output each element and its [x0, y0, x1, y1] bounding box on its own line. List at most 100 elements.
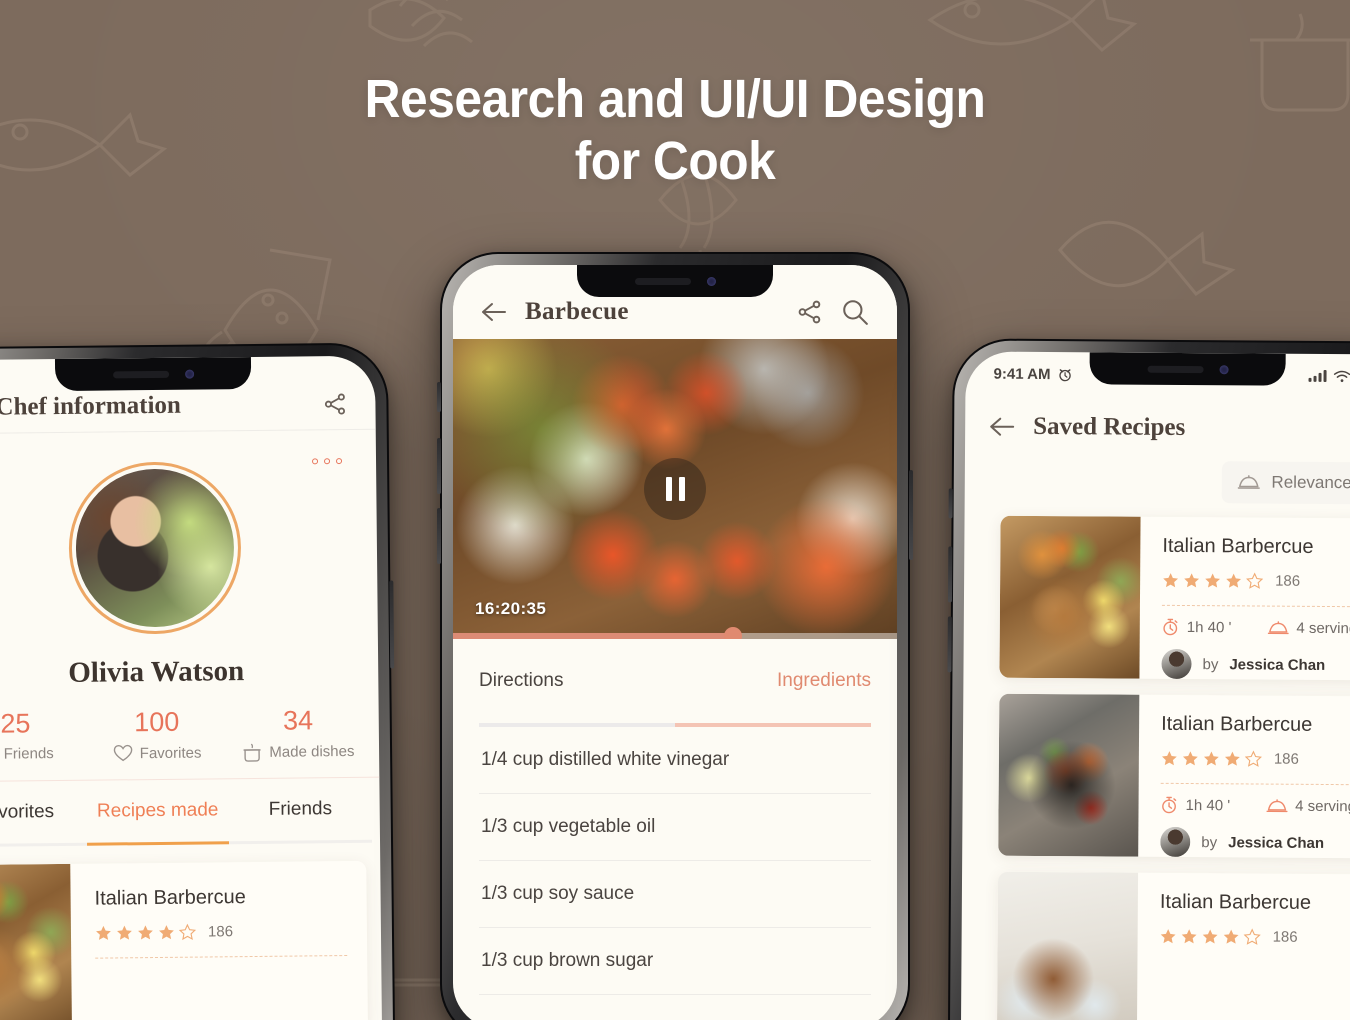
page-title: Research and UI/UI Design for Cook	[54, 68, 1296, 192]
page-title-line-1: Research and UI/UI Design	[364, 69, 986, 129]
recipe-thumbnail	[996, 871, 1139, 1020]
star-empty-icon	[178, 923, 197, 941]
status-bar: 9:41 AM	[965, 351, 1350, 390]
share-icon[interactable]	[323, 391, 347, 415]
list-item[interactable]: Italian Barbercue 186	[999, 515, 1350, 681]
chef-profile-block: Olivia Watson	[0, 430, 378, 692]
divider	[95, 955, 348, 959]
tab-friends[interactable]: Friends	[229, 798, 372, 821]
volume-up-button[interactable]	[947, 546, 953, 603]
page-title: Barbecue	[525, 298, 629, 325]
phone-center-recipe-detail: Barbecue 16:20:35 Directions Ingredients…	[437, 252, 913, 1020]
list-item[interactable]: Italian Barbercue 186	[0, 860, 369, 1020]
star-filled-icon	[159, 925, 174, 940]
stat-made-dishes[interactable]: 34 Made dishes	[227, 705, 369, 762]
review-count: 186	[1272, 928, 1298, 946]
page-title: Saved Recipes	[1033, 412, 1186, 441]
chef-name: Olivia Watson	[68, 655, 245, 689]
star-empty-icon	[1243, 928, 1261, 945]
arrow-left-icon[interactable]	[989, 417, 1015, 437]
phone-right-saved-recipes: 9:41 AM Saved Recipes Relevance Italian …	[947, 338, 1350, 1020]
right-app-header: Saved Recipes	[965, 387, 1350, 454]
star-filled-icon	[1205, 573, 1221, 588]
chef-stats: 25 Friends 100 Favorites 34 Made dishes	[0, 704, 380, 783]
earpiece-speaker-icon	[112, 370, 169, 378]
recipe-tab-indicator	[479, 723, 871, 727]
phone-left-chef-information: Chef information Olivia Watson 25 Friend…	[0, 342, 397, 1020]
volume-down-button[interactable]	[947, 616, 952, 673]
volume-up-button[interactable]	[437, 438, 441, 494]
power-button[interactable]	[909, 470, 913, 560]
heart-icon	[113, 744, 132, 762]
recipe-video-player[interactable]: 16:20:35	[453, 339, 897, 639]
recipe-thumbnail	[999, 515, 1141, 679]
cook-time-label: 1h 40 '	[1186, 618, 1232, 636]
progress-handle[interactable]	[723, 627, 742, 639]
stat-favorites[interactable]: 100 Favorites	[86, 706, 228, 763]
rating-stars: 186	[1161, 750, 1350, 769]
left-tabs: Favorites Recipes made Friends	[0, 778, 380, 845]
mute-switch[interactable]	[437, 382, 441, 412]
tab-recipes-made[interactable]: Recipes made	[86, 799, 229, 822]
search-icon[interactable]	[841, 298, 869, 326]
tab-favorites[interactable]: Favorites	[0, 801, 86, 824]
star-empty-icon	[1246, 572, 1264, 589]
author-prefix: by	[1201, 833, 1218, 851]
recipe-title: Italian Barbercue	[94, 886, 246, 910]
share-icon[interactable]	[797, 299, 823, 325]
divider	[1161, 604, 1350, 608]
device-notch	[577, 265, 773, 297]
avatar[interactable]	[68, 461, 242, 635]
recipe-thumbnail	[998, 693, 1140, 857]
star-filled-icon	[1184, 573, 1200, 588]
star-filled-icon	[1223, 929, 1239, 944]
tab-directions[interactable]: Directions	[479, 670, 675, 692]
progress-fill	[453, 633, 733, 639]
recipe-author[interactable]: by Jessica Chan	[1161, 648, 1350, 681]
star-filled-icon	[1163, 573, 1179, 588]
list-item[interactable]: 1/3 cup soy sauce	[479, 861, 871, 928]
servings-label: 4 servings	[1295, 797, 1350, 815]
author-prefix: by	[1202, 655, 1219, 673]
volume-down-button[interactable]	[437, 508, 441, 564]
timer-icon	[1162, 796, 1177, 814]
chef-avatar-photo	[75, 468, 235, 628]
stat-label: Favorites	[139, 744, 202, 762]
list-item[interactable]: 1/3 cup brown sugar	[479, 928, 871, 995]
recipe-tabs: Directions Ingredients	[453, 639, 897, 723]
more-dots-icon[interactable]	[312, 458, 343, 465]
arrow-left-icon[interactable]	[481, 302, 507, 322]
video-progress-bar[interactable]	[453, 627, 897, 639]
front-camera-icon	[706, 276, 716, 286]
servings-label: 4 servings	[1296, 619, 1350, 637]
cloche-icon	[1237, 475, 1260, 489]
sort-filter-chip[interactable]: Relevance	[1221, 461, 1350, 505]
star-filled-icon	[1226, 573, 1242, 588]
avatar	[1161, 648, 1192, 680]
star-filled-icon	[1224, 751, 1240, 766]
review-count: 186	[207, 923, 234, 941]
recipe-author[interactable]: by Jessica Chan	[1160, 826, 1350, 859]
cook-time-label: 1h 40 '	[1185, 796, 1231, 814]
star-filled-icon	[1202, 929, 1218, 944]
page-title-line-2: for Cook	[574, 131, 776, 191]
rating-stars: 186	[1162, 572, 1350, 591]
mute-switch[interactable]	[948, 488, 953, 519]
cook-time: 1h 40 '	[1160, 796, 1230, 814]
review-count: 186	[1275, 572, 1301, 590]
list-item[interactable]: Italian Barbercue 186	[998, 693, 1350, 859]
list-item[interactable]: 1/3 cup vegetable oil	[479, 794, 871, 861]
saved-recipes-list: Italian Barbercue 186 1h 40 ' 4 servings…	[961, 501, 1350, 1020]
list-item[interactable]: 1/4 cup distilled white vinegar	[479, 727, 871, 794]
stat-friends[interactable]: 25 Friends	[0, 708, 87, 765]
stat-value: 25	[0, 708, 31, 739]
tab-ingredients[interactable]: Ingredients	[675, 670, 871, 692]
video-timestamp: 16:20:35	[475, 599, 547, 618]
star-filled-icon	[138, 925, 153, 940]
star-filled-icon	[1203, 751, 1219, 766]
recipe-thumbnail	[0, 863, 73, 1020]
earpiece-speaker-icon	[634, 277, 691, 285]
pause-icon[interactable]	[644, 458, 706, 520]
star-filled-icon	[1181, 929, 1197, 944]
list-item[interactable]: Italian Barbercue 186	[996, 871, 1350, 1020]
